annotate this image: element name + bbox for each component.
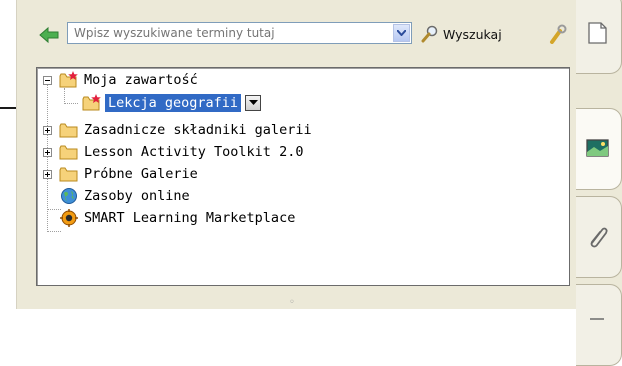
folder-star-icon [59,71,78,88]
tree-line [64,103,78,105]
tree-item-toolkit[interactable]: Lesson Activity Toolkit 2.0 [59,142,303,162]
wrench-icon[interactable] [549,24,567,44]
search-button[interactable]: Wyszukaj [421,23,502,45]
folder-icon [59,167,78,182]
search-combobox[interactable] [67,22,412,44]
tree-expand-toggle[interactable] [43,170,52,179]
tab-attachments[interactable] [576,196,622,278]
tree-expand-toggle[interactable] [43,148,52,157]
back-arrow-icon[interactable] [39,26,59,44]
magnifier-icon [421,25,438,43]
search-bar: Wyszukaj [17,22,577,48]
tree-item-online-resources[interactable]: Zasoby online [59,186,190,206]
marketplace-icon [60,209,78,227]
gallery-tree: Moja zawartość Lekcja geografii Zasadnic… [36,67,570,286]
gallery-panel: Wyszukaj Moja zawartość L [16,0,577,309]
tree-item-essentials[interactable]: Zasadnicze składniki galerii [59,120,312,140]
tree-item-label: Zasadnicze składniki galerii [84,122,312,138]
picture-icon [586,139,609,157]
tree-item-label: SMART Learning Marketplace [84,210,296,226]
tab-properties[interactable] [576,284,622,366]
tree-item-label: Zasoby online [84,188,190,204]
search-dropdown-button[interactable] [393,24,410,42]
search-button-label: Wyszukaj [443,26,502,42]
search-input[interactable] [68,23,400,43]
side-tabs [576,0,622,366]
tree-item-marketplace[interactable]: SMART Learning Marketplace [59,208,295,228]
page-icon [588,22,607,44]
globe-icon [61,188,77,204]
tree-item-label: Lekcja geografii [105,94,242,112]
tree-item-label: Lesson Activity Toolkit 2.0 [84,144,304,160]
tree-line [47,231,61,233]
tab-page-sorter[interactable] [576,0,622,74]
tree-item-sample-galleries[interactable]: Próbne Galerie [59,164,198,184]
folder-star-icon [82,94,101,111]
item-menu-button[interactable] [245,95,262,111]
tree-item-label: Próbne Galerie [84,166,198,182]
tree-line [64,88,66,104]
properties-icon [590,318,604,320]
tree-collapse-toggle[interactable] [43,76,52,85]
chevron-down-icon [397,30,406,36]
tab-gallery[interactable] [576,108,622,190]
folder-icon [59,145,78,160]
resize-grip[interactable]: ◦ [289,297,295,308]
tree-item-label: Moja zawartość [84,72,198,88]
paperclip-icon [590,227,608,248]
tree-item-lesson[interactable]: Lekcja geografii [82,93,262,113]
tree-expand-toggle[interactable] [43,126,52,135]
chevron-down-icon [249,100,259,105]
tree-item-root[interactable]: Moja zawartość [59,70,198,90]
folder-icon [59,123,78,138]
